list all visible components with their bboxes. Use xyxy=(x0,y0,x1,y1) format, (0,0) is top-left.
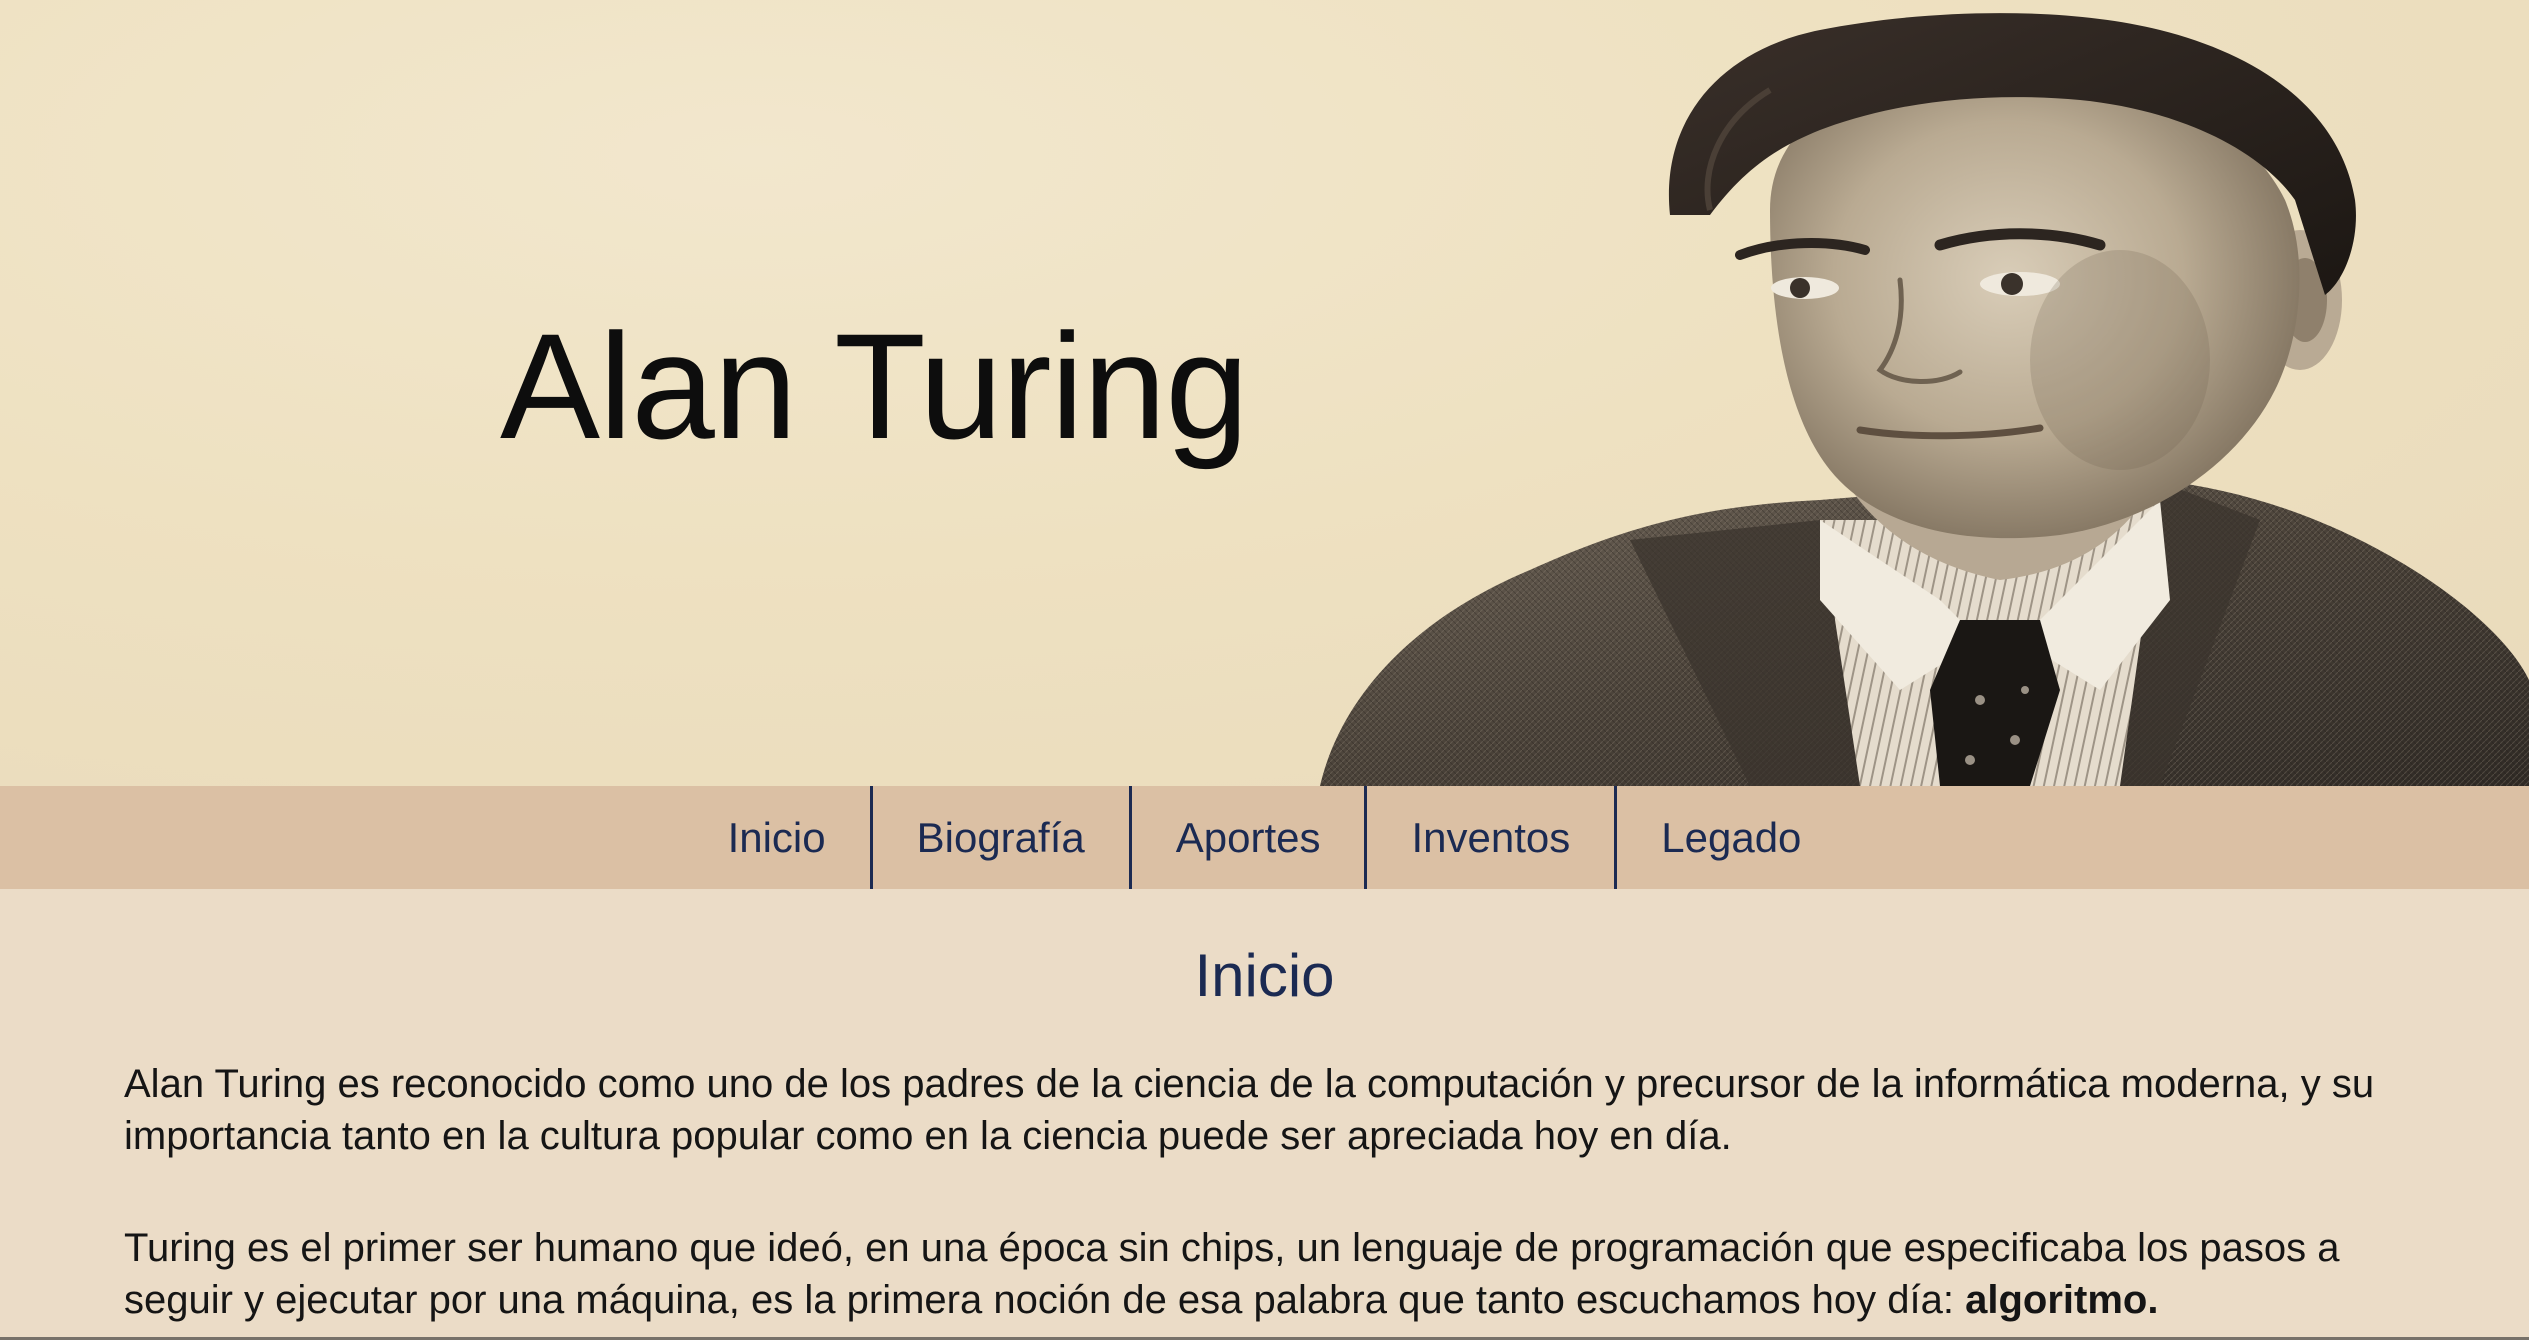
algorithm-keyword: algoritmo. xyxy=(1965,1278,2159,1322)
nav-item-biografia[interactable]: Biografía xyxy=(869,786,1129,889)
intro-paragraph: Alan Turing es reconocido como uno de lo… xyxy=(124,1062,2375,1158)
main-navigation: Inicio Biografía Aportes Inventos Legado xyxy=(0,786,2529,889)
page: Alan Turing Inicio Biografía Aportes Inv… xyxy=(0,0,2529,1340)
nav-item-legado[interactable]: Legado xyxy=(1614,786,1845,889)
nav-list: Inicio Biografía Aportes Inventos Legado xyxy=(684,786,1846,889)
nav-item-inicio[interactable]: Inicio xyxy=(684,786,870,889)
alan-turing-portrait-image xyxy=(1320,13,2529,786)
hero-banner: Alan Turing xyxy=(0,0,2529,786)
site-title: Alan Turing xyxy=(500,302,1249,470)
algorithm-paragraph: Turing es el primer ser humano que ideó,… xyxy=(124,1222,2405,1326)
nav-item-aportes[interactable]: Aportes xyxy=(1128,786,1365,889)
main-content: Inicio Alan Turing es reconocido como un… xyxy=(0,889,2529,1340)
nav-item-inventos[interactable]: Inventos xyxy=(1364,786,1614,889)
section-title: Inicio xyxy=(1194,942,1335,1009)
